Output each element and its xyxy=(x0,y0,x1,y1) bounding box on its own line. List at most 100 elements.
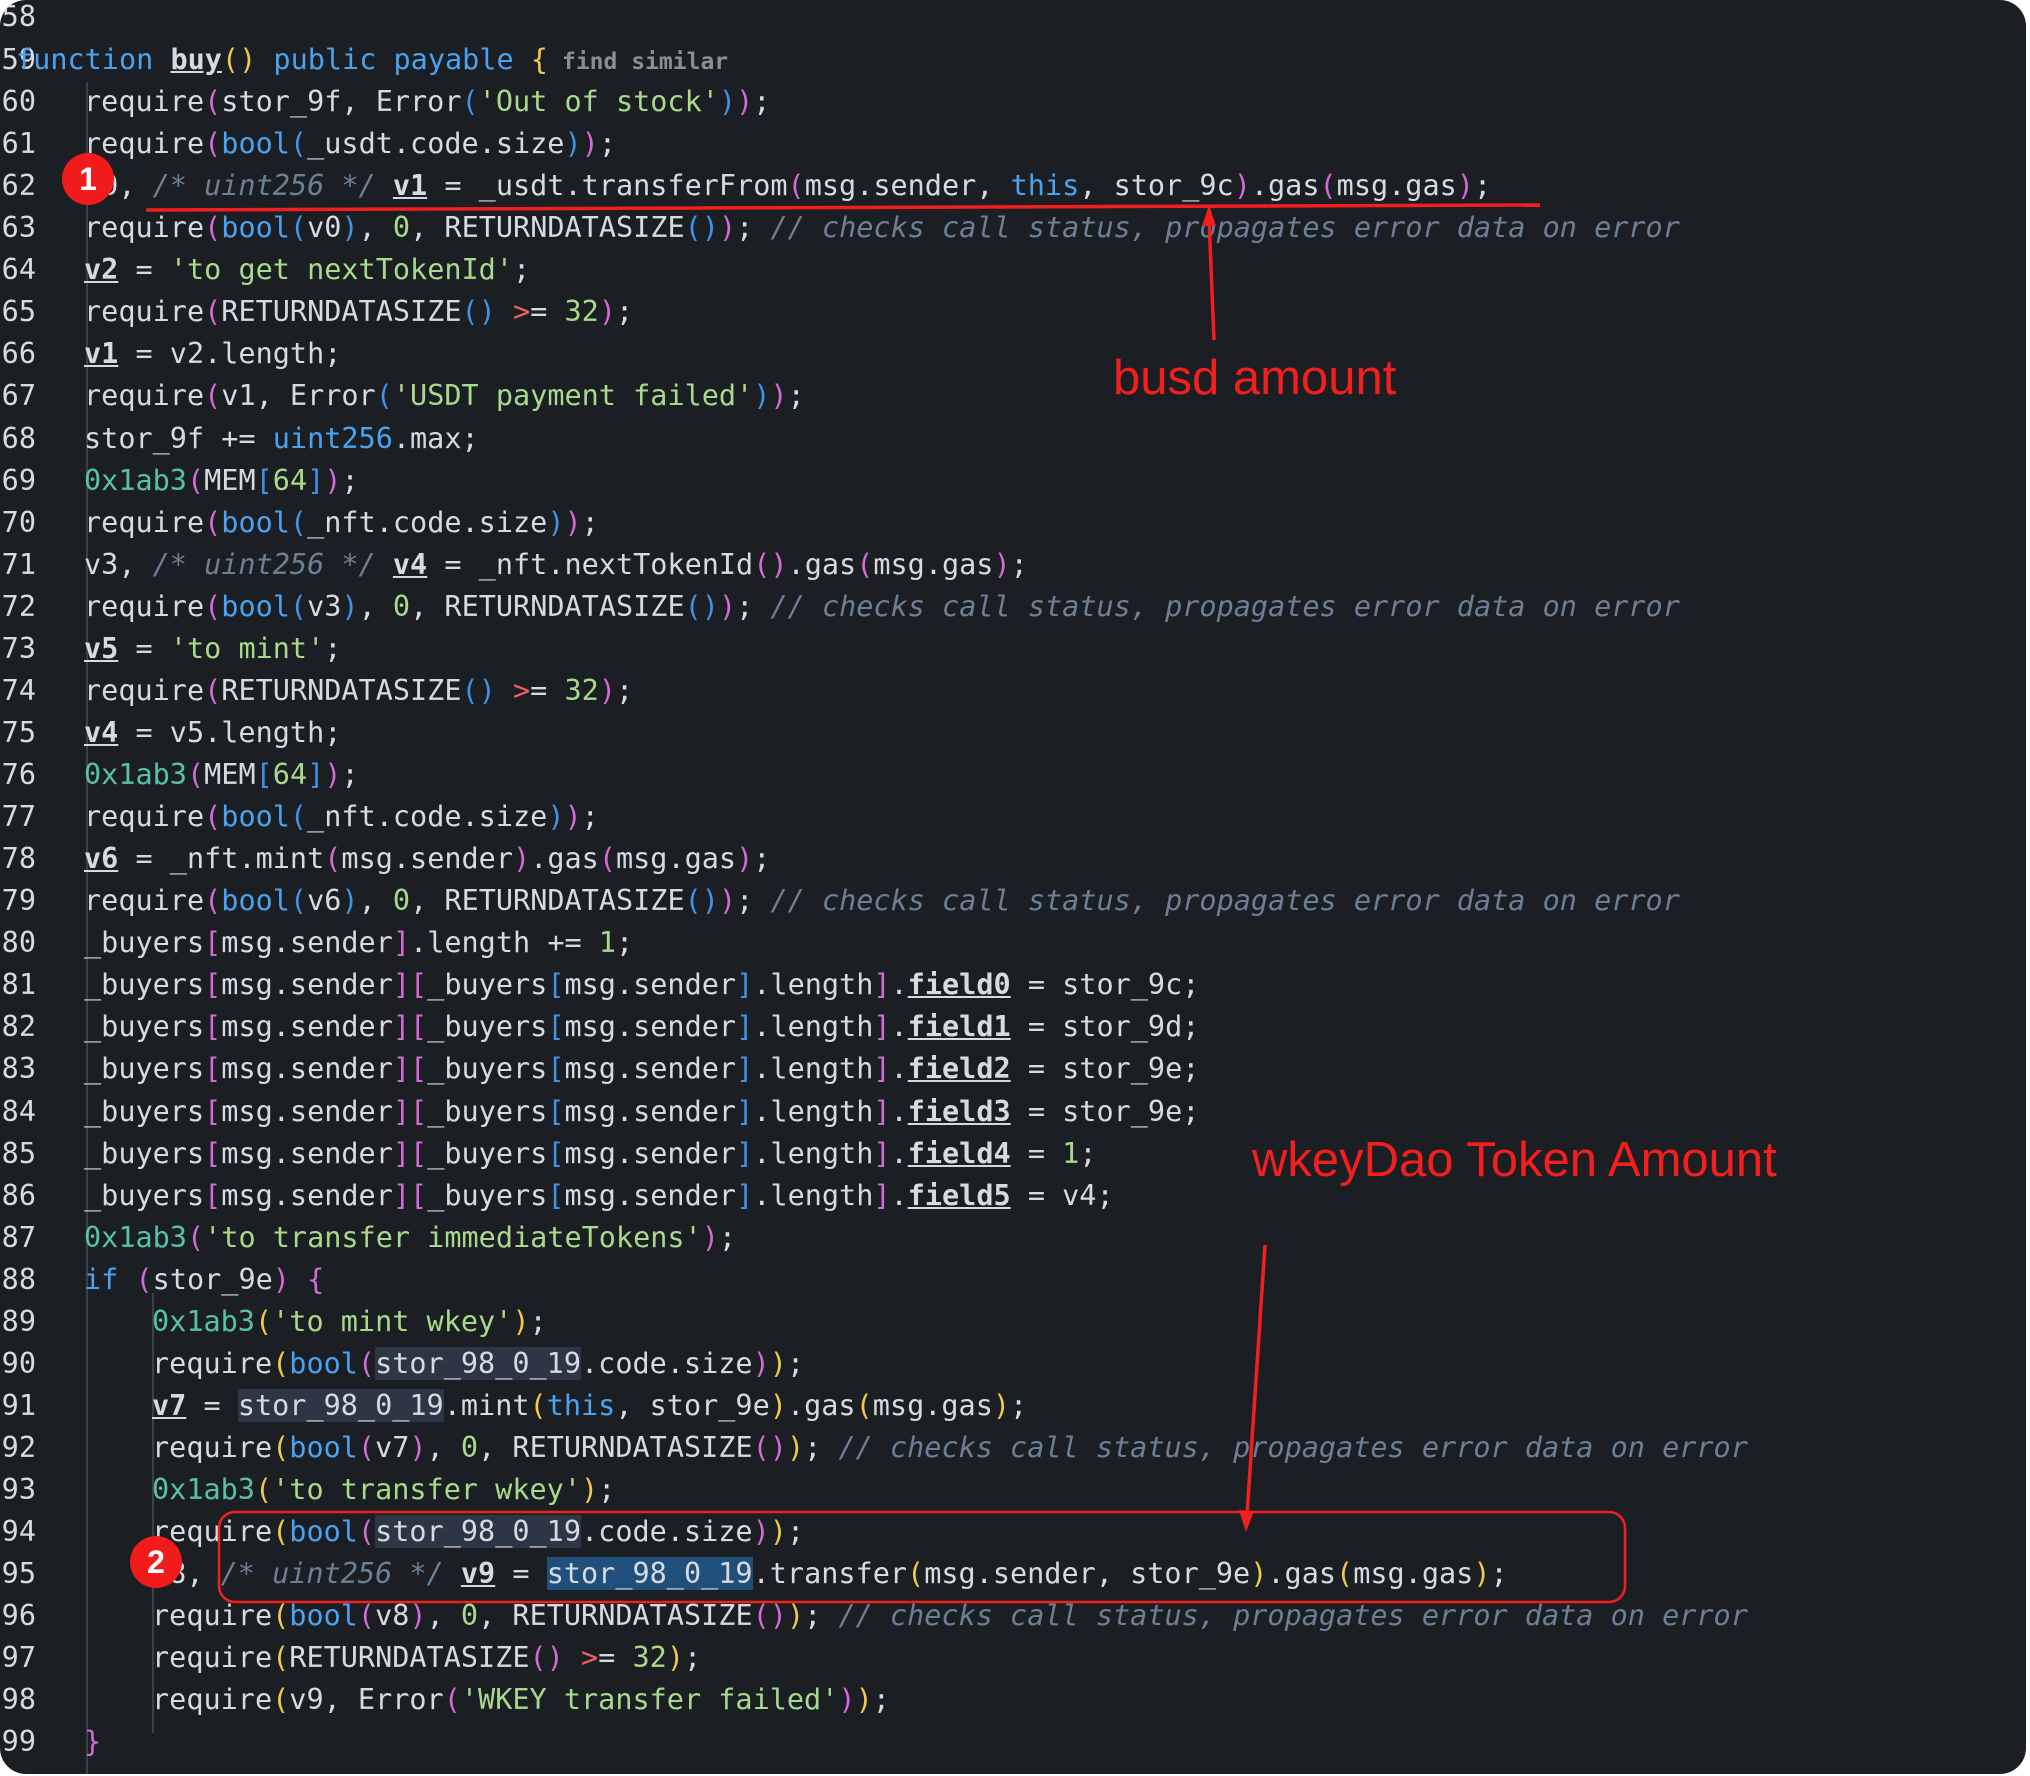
code-token: ( xyxy=(186,758,205,792)
code-token: ) xyxy=(564,800,582,834)
code-token: ( xyxy=(1319,169,1337,203)
wkey-token-amount-label: wkeyDao Token Amount xyxy=(1252,1133,1777,1187)
code-text: require(bool(v8), 0, RETURNDATASIZE()); … xyxy=(152,1595,1748,1637)
code-token: .code.size xyxy=(581,1346,753,1380)
code-token: require xyxy=(84,85,205,119)
code-token: ( xyxy=(289,884,308,918)
code-token: ) xyxy=(769,1388,787,1422)
line-number: 77 xyxy=(1,800,36,834)
line-number: 62 xyxy=(1,169,36,203)
code-token: [ xyxy=(204,1094,222,1128)
code-token: [ xyxy=(204,1136,222,1170)
code-token: ] xyxy=(392,926,411,960)
code-text: v0, /* uint256 */ v1 = _usdt.transferFro… xyxy=(84,165,1491,207)
code-token: = _usdt.transferFrom xyxy=(427,169,788,203)
line-number: 88 xyxy=(1,1262,36,1296)
code-token: ( xyxy=(289,589,308,623)
code-token: bool xyxy=(221,505,290,539)
code-token: msg.sender xyxy=(221,1052,393,1086)
code-token: ) xyxy=(564,127,582,161)
code-token: bool xyxy=(289,1515,358,1549)
code-token: ( xyxy=(1336,1557,1354,1591)
code-token: ( xyxy=(204,295,222,329)
code-token: ) xyxy=(838,1683,856,1717)
code-token: ) xyxy=(769,1346,787,1380)
code-text: _buyers[msg.sender][_buyers[msg.sender].… xyxy=(84,1133,1096,1175)
code-token: ; xyxy=(787,379,805,413)
code-token: ; xyxy=(615,926,634,960)
code-token: uint256 xyxy=(272,421,393,455)
code-token: _buyers xyxy=(427,1136,548,1170)
code-token: [ xyxy=(547,1094,565,1128)
code-text: require(v1, Error('USDT payment failed')… xyxy=(84,375,805,417)
code-token: .gas xyxy=(530,842,599,876)
code-token: msg.sender xyxy=(221,1010,393,1044)
code-text: require(bool(v6), 0, RETURNDATASIZE()); … xyxy=(84,880,1680,922)
code-token: () xyxy=(752,1599,787,1633)
code-token: v3 xyxy=(307,589,342,623)
code-token: stor_98_0_19 xyxy=(375,1346,581,1380)
code-token: ) xyxy=(1456,169,1474,203)
code-token: require xyxy=(84,800,205,834)
code-token: field2 xyxy=(907,1052,1011,1086)
code-token: msg.sender xyxy=(564,1136,737,1170)
code-token: bool xyxy=(221,211,290,245)
code-token: () xyxy=(684,884,719,918)
code-token: // checks call status, propagates error … xyxy=(770,884,1680,918)
code-token: msg.gas xyxy=(873,547,994,581)
find-similar-link[interactable]: find similar xyxy=(562,49,728,75)
code-token: ) xyxy=(993,547,1011,581)
code-token: ) xyxy=(786,1430,805,1464)
line-number: 72 xyxy=(1,589,36,623)
code-token: ) xyxy=(598,295,616,329)
code-token: // checks call status, propagates error … xyxy=(838,1430,1748,1464)
code-token: > xyxy=(581,1641,599,1675)
line-number: 66 xyxy=(1,337,36,371)
code-token: _buyers xyxy=(84,1178,205,1212)
code-token: MEM xyxy=(204,463,256,497)
code-token: bool xyxy=(289,1430,358,1464)
code-token: ; xyxy=(872,1683,890,1717)
code-token: } xyxy=(84,1725,102,1759)
code-token: ; xyxy=(598,127,616,161)
code-token: ] xyxy=(736,1010,754,1044)
code-token: = xyxy=(530,673,565,707)
code-token: ( xyxy=(598,842,616,876)
code-token: bool xyxy=(289,1346,358,1380)
code-text: require(RETURNDATASIZE() >= 32); xyxy=(84,670,633,712)
code-token: = xyxy=(186,1388,238,1422)
code-token: = _nft.nextTokenId xyxy=(427,547,754,581)
code-token: ) xyxy=(752,1346,770,1380)
line-number-fragment: 58 xyxy=(1,0,36,33)
code-token: require xyxy=(84,673,205,707)
code-token: field1 xyxy=(907,1010,1011,1044)
code-token: ) xyxy=(770,379,788,413)
code-token: ; xyxy=(804,1599,839,1633)
code-token: 'USDT payment failed' xyxy=(392,379,754,413)
line-number: 83 xyxy=(1,1052,36,1086)
code-token: this xyxy=(546,1388,616,1422)
code-token: ) xyxy=(513,842,531,876)
line-number: 87 xyxy=(1,1220,36,1254)
code-token: _buyers xyxy=(427,1052,548,1086)
code-token: . xyxy=(890,1136,908,1170)
code-token: , stor_9e xyxy=(615,1388,770,1422)
code-token: bool xyxy=(221,589,290,623)
code-token: ) xyxy=(512,1304,530,1338)
code-token: , RETURNDATASIZE xyxy=(410,211,685,245)
code-token: v2 xyxy=(84,253,119,287)
code-token: ; xyxy=(684,1641,702,1675)
code-token: ; xyxy=(736,211,771,245)
code-token: require xyxy=(152,1683,273,1717)
code-token: ( xyxy=(204,673,222,707)
code-token: ( xyxy=(324,842,342,876)
code-token: ) xyxy=(718,211,737,245)
code-token: ( xyxy=(375,379,393,413)
code-token: msg.sender xyxy=(221,1094,393,1128)
code-token: field5 xyxy=(907,1178,1011,1212)
code-token: 'to transfer wkey' xyxy=(272,1473,581,1507)
code-token: ( xyxy=(357,1430,376,1464)
code-token: ) xyxy=(769,1515,787,1549)
code-token: ; xyxy=(753,85,771,119)
